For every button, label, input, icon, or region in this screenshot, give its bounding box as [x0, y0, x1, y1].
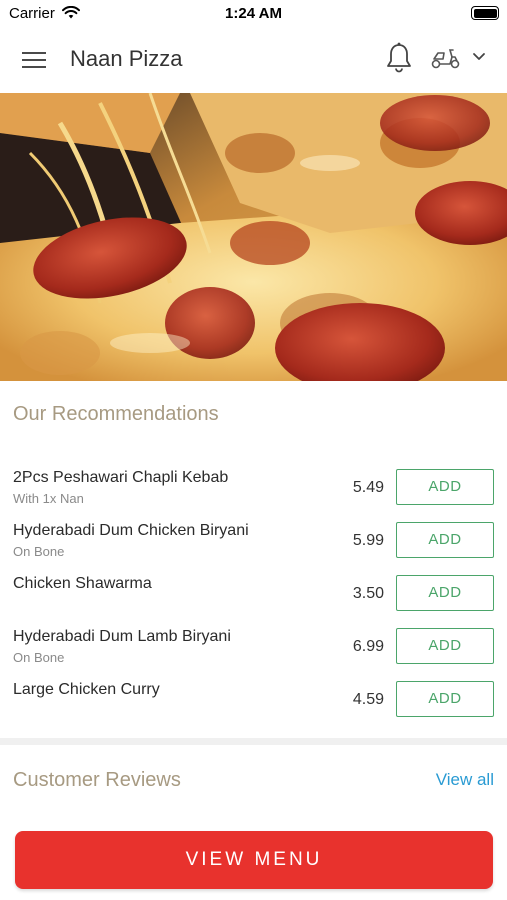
reviews-title: Customer Reviews	[13, 769, 181, 791]
chevron-down-icon[interactable]	[472, 52, 486, 62]
add-button[interactable]: ADD	[396, 681, 494, 717]
item-description: On Bone	[13, 650, 65, 665]
view-all-link[interactable]: View all	[436, 770, 494, 790]
bell-icon[interactable]	[385, 42, 413, 74]
hero-image	[0, 93, 507, 381]
recommendation-item: Chicken Shawarma 3.50 ADD	[0, 575, 507, 623]
page-title: Naan Pizza	[70, 46, 183, 71]
view-menu-button[interactable]: VIEW MENU	[15, 831, 493, 889]
nav-bar: Naan Pizza	[0, 30, 507, 92]
item-price: 3.50	[352, 585, 384, 602]
item-price: 5.49	[352, 479, 384, 496]
item-price: 5.99	[352, 532, 384, 549]
item-name: Large Chicken Curry	[13, 681, 160, 698]
item-name: Chicken Shawarma	[13, 575, 152, 592]
add-button[interactable]: ADD	[396, 628, 494, 664]
recommendation-item: 2Pcs Peshawari Chapli Kebab With 1x Nan …	[0, 469, 507, 517]
add-button[interactable]: ADD	[396, 575, 494, 611]
menu-icon[interactable]	[22, 50, 48, 70]
item-description: With 1x Nan	[13, 491, 84, 506]
add-button[interactable]: ADD	[396, 469, 494, 505]
status-bar: Carrier 1:24 AM	[0, 0, 507, 28]
item-description: On Bone	[13, 544, 65, 559]
status-time: 1:24 AM	[225, 5, 282, 22]
recommendation-item: Hyderabadi Dum Chicken Biryani On Bone 5…	[0, 522, 507, 570]
item-name: Hyderabadi Dum Lamb Biryani	[13, 628, 231, 645]
item-price: 4.59	[352, 691, 384, 708]
scooter-icon[interactable]	[430, 46, 462, 70]
item-name: 2Pcs Peshawari Chapli Kebab	[13, 469, 229, 486]
section-divider	[0, 738, 507, 745]
pizza-photo	[0, 93, 507, 381]
battery-icon	[471, 6, 499, 20]
add-button[interactable]: ADD	[396, 522, 494, 558]
recommendation-item: Large Chicken Curry 4.59 ADD	[0, 681, 507, 729]
item-name: Hyderabadi Dum Chicken Biryani	[13, 522, 249, 539]
item-price: 6.99	[352, 638, 384, 655]
recommendations-title: Our Recommendations	[13, 403, 219, 425]
recommendation-item: Hyderabadi Dum Lamb Biryani On Bone 6.99…	[0, 628, 507, 676]
